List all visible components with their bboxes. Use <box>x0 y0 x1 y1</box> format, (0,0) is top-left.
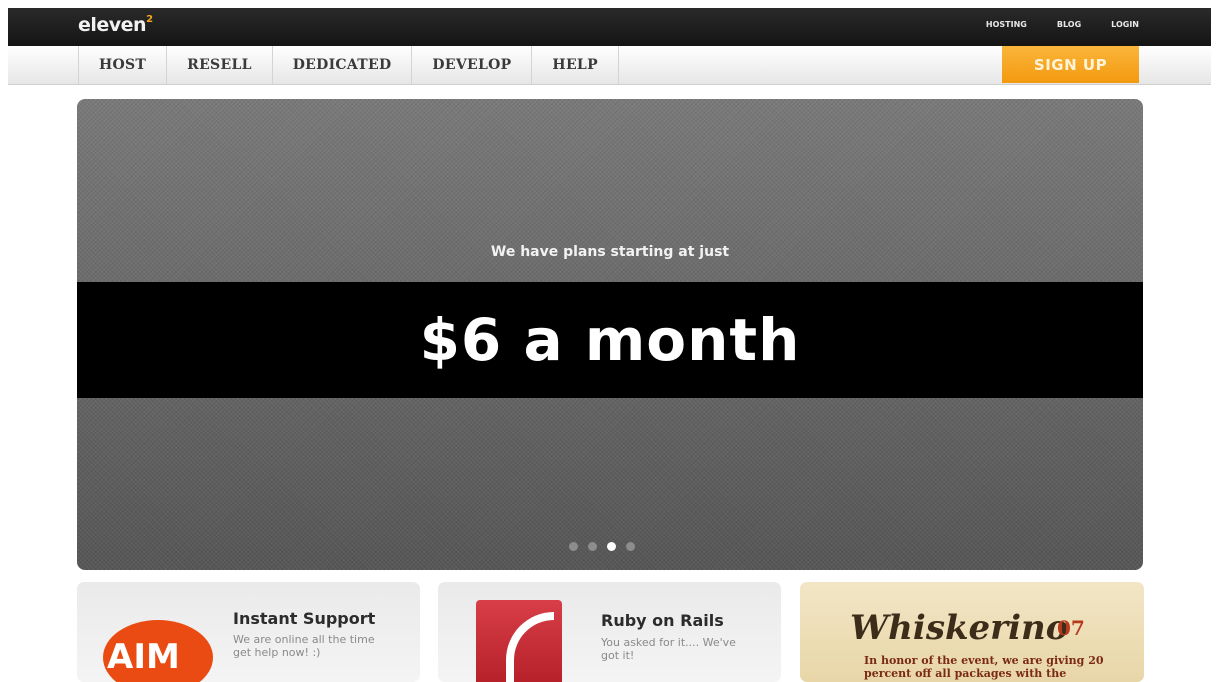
top-link-blog[interactable]: BLOG <box>1057 20 1081 29</box>
aim-icon-text: AIM <box>107 637 180 677</box>
whiskerino-description: In honor of the event, we are giving 20 … <box>864 654 1104 680</box>
top-link-hosting[interactable]: HOSTING <box>986 20 1027 29</box>
slider-dot-1[interactable] <box>569 542 578 551</box>
nav-item-help[interactable]: HELP <box>532 46 619 84</box>
top-links: HOSTING BLOG LOGIN <box>986 20 1139 29</box>
card-description: You asked for it.... We've got it! <box>601 636 736 662</box>
top-link-login[interactable]: LOGIN <box>1111 20 1139 29</box>
slider-dots <box>569 542 635 551</box>
nav-item-host[interactable]: HOST <box>79 46 168 84</box>
hero-slider: We have plans starting at just $6 a mont… <box>77 99 1143 570</box>
card-whiskerino[interactable]: Whiskerino 07 In honor of the event, we … <box>800 582 1144 682</box>
whiskerino-title: Whiskerino <box>850 608 1069 648</box>
card-ruby-on-rails[interactable]: Ruby on Rails You asked for it.... We've… <box>438 582 781 682</box>
nav-item-dedicated[interactable]: DEDICATED <box>273 46 413 84</box>
hero-subtitle: We have plans starting at just <box>490 244 730 260</box>
logo-text: eleven <box>78 14 147 36</box>
main-nav: HOST RESELL DEDICATED DEVELOP HELP <box>78 46 619 84</box>
nav-item-resell[interactable]: RESELL <box>167 46 273 84</box>
top-bar: eleven2 HOSTING BLOG LOGIN <box>8 8 1211 46</box>
logo-superscript: 2 <box>146 13 153 25</box>
nav-item-develop[interactable]: DEVELOP <box>412 46 533 84</box>
hero-price: $6 a month <box>419 306 801 374</box>
rails-arc-shape <box>506 612 554 682</box>
slider-dot-2[interactable] <box>588 542 597 551</box>
logo[interactable]: eleven2 <box>78 14 153 36</box>
rails-icon <box>476 600 562 682</box>
slider-dot-4[interactable] <box>626 542 635 551</box>
signup-button[interactable]: SIGN UP <box>1002 46 1139 83</box>
card-title: Ruby on Rails <box>601 611 724 630</box>
card-title: Instant Support <box>233 609 376 628</box>
whiskerino-number: 07 <box>1057 616 1085 640</box>
hero-price-band: $6 a month <box>77 282 1143 398</box>
main-nav-bar: HOST RESELL DEDICATED DEVELOP HELP SIGN … <box>8 46 1211 85</box>
slider-dot-3[interactable] <box>607 542 616 551</box>
card-instant-support[interactable]: AIM Instant Support We are online all th… <box>77 582 420 682</box>
card-description: We are online all the time get help now!… <box>233 633 375 659</box>
